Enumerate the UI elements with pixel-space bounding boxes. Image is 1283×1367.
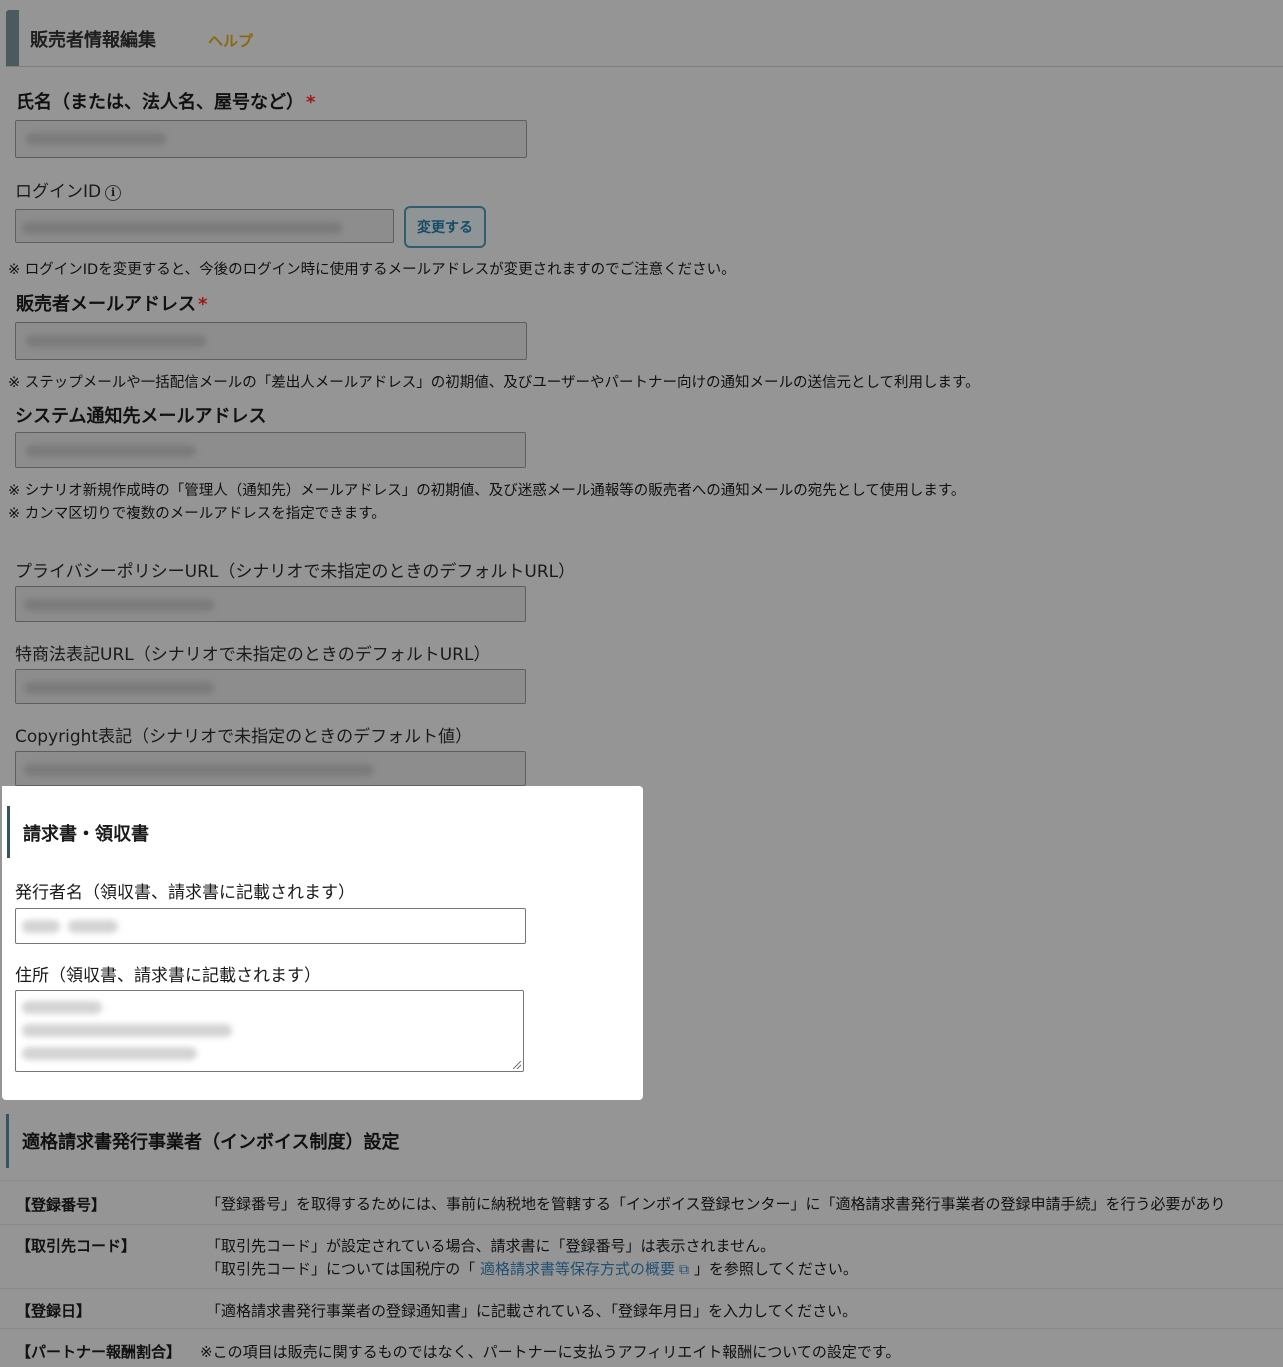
header-accent-bar <box>6 10 19 66</box>
qualified-invoice-title: 適格請求書発行事業者（インボイス制度）設定 <box>22 1132 400 1153</box>
table-row: 【パートナー報酬割合】 ※この項目は販売に関するものではなく、パートナーに支払う… <box>0 1328 1283 1367</box>
privacy-url-label: プライバシーポリシーURL（シナリオで未指定のときのデフォルトURL） <box>15 562 576 582</box>
login-id-input <box>15 209 394 243</box>
page-header: 販売者情報編集 ヘルプ <box>6 0 1283 67</box>
name-label: 氏名（または、法人名、屋号など） * <box>16 88 315 114</box>
table-row: 【取引先コード】 「取引先コード」が設定されている場合、請求書に「登録番号」は表… <box>0 1224 1283 1289</box>
row-text-2-post: 」を参照してください。 <box>689 1260 858 1278</box>
privacy-url-input[interactable] <box>15 586 526 622</box>
seller-email-note: ※ ステップメールや一括配信メールの「差出人メールアドレス」の初期値、及びユーザ… <box>8 375 980 391</box>
change-login-id-button[interactable]: 変更する <box>404 206 486 248</box>
required-mark: * <box>306 92 316 113</box>
row-text: 「適格請求書発行事業者の登録通知書」に記載されている、「登録年月日」を入力してく… <box>206 1302 858 1320</box>
login-id-label-text: ログインID <box>15 182 102 202</box>
row-text: ※この項目は販売に関するものではなく、パートナーに支払うアフィリエイト報酬につい… <box>200 1343 901 1361</box>
external-link-icon[interactable]: ⧉ <box>679 1262 689 1278</box>
copyright-input[interactable] <box>15 751 526 786</box>
info-icon[interactable]: i <box>105 184 122 201</box>
issuer-name-label: 発行者名（領収書、請求書に記載されます） <box>15 883 355 903</box>
invoice-receipt-panel: 請求書・領収書 発行者名（領収書、請求書に記載されます） 住所（領収書、請求書に… <box>2 786 643 1100</box>
textarea-resize-handle[interactable] <box>513 1061 521 1069</box>
nta-overview-link-text[interactable]: 適格請求書等保存方式の概要 <box>480 1260 675 1278</box>
address-label: 住所（領収書、請求書に記載されます） <box>15 966 321 986</box>
system-email-note-1: ※ シナリオ新規作成時の「管理人（通知先）メールアドレス」の初期値、及び迷惑メー… <box>8 483 966 499</box>
seller-email-label: 販売者メールアドレス * <box>16 290 207 316</box>
help-link[interactable]: ヘルプ <box>208 30 253 51</box>
issuer-name-input[interactable] <box>15 908 526 944</box>
address-textarea[interactable] <box>15 990 524 1072</box>
login-id-note: ※ ログインIDを変更すると、今後のログイン時に使用するメールアドレスが変更され… <box>8 262 736 278</box>
system-email-label: システム通知先メールアドレス <box>15 406 267 427</box>
table-row: 【登録番号】 「登録番号」を取得するためには、事前に納税地を管轄する「インボイス… <box>0 1180 1283 1225</box>
row-label: 【パートナー報酬割合】 <box>16 1343 182 1361</box>
name-input[interactable] <box>15 120 527 158</box>
row-label: 【登録日】 <box>16 1302 92 1320</box>
row-label: 【登録番号】 <box>16 1196 107 1214</box>
system-email-input[interactable] <box>15 432 526 468</box>
table-row: 【登録日】 「適格請求書発行事業者の登録通知書」に記載されている、「登録年月日」… <box>0 1288 1283 1329</box>
row-text-2: 「取引先コード」については国税庁の「 適格請求書等保存方式の概要 ⧉ 」を参照して… <box>206 1258 858 1279</box>
tokushoho-url-label: 特商法表記URL（シナリオで未指定のときのデフォルトURL） <box>15 645 491 665</box>
section-accent-bar <box>6 1114 9 1168</box>
required-mark: * <box>198 294 208 315</box>
row-label: 【取引先コード】 <box>16 1237 137 1255</box>
system-email-note-2: ※ カンマ区切りで複数のメールアドレスを指定できます。 <box>8 506 386 522</box>
seller-email-input[interactable] <box>15 322 527 360</box>
tokushoho-url-input[interactable] <box>15 669 526 704</box>
login-id-label: ログインID i <box>15 177 122 202</box>
seller-email-label-text: 販売者メールアドレス <box>16 294 196 315</box>
row-text: 「登録番号」を取得するためには、事前に納税地を管轄する「インボイス登録センター」… <box>206 1195 1226 1213</box>
invoice-receipt-title: 請求書・領収書 <box>23 824 149 845</box>
copyright-label: Copyright表記（シナリオで未指定のときのデフォルト値） <box>15 727 473 747</box>
section-accent-bar <box>7 806 10 858</box>
page-title: 販売者情報編集 <box>30 30 156 51</box>
name-label-text: 氏名（または、法人名、屋号など） <box>16 92 304 113</box>
nta-overview-link[interactable]: 適格請求書等保存方式の概要 ⧉ <box>480 1260 689 1278</box>
row-text-2-pre: 「取引先コード」については国税庁の「 <box>206 1260 481 1278</box>
row-text: 「取引先コード」が設定されている場合、請求書に「登録番号」は表示されません。 <box>206 1237 776 1255</box>
